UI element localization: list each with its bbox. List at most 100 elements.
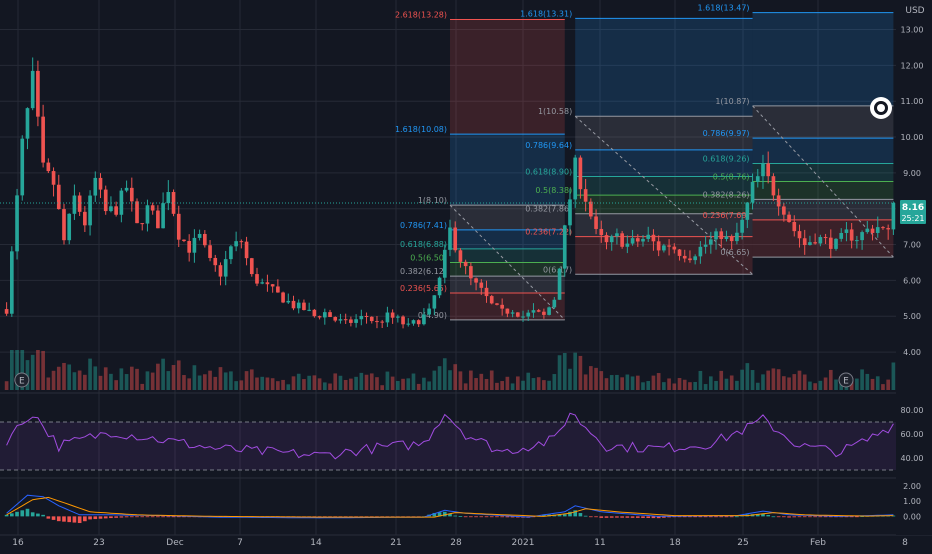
time-axis-label: 2021: [512, 538, 535, 548]
macd-histogram-bar: [469, 516, 473, 518]
volume-bar: [249, 369, 254, 390]
volume-bar: [422, 377, 426, 390]
candle-body: [750, 181, 755, 203]
candle-body: [469, 266, 473, 279]
volume-bar: [56, 366, 61, 390]
price-chart[interactable]: 0(4.90)0.236(5.65)0.382(6.12)0.5(6.50)0.…: [0, 0, 932, 550]
macd-histogram-bar: [641, 516, 645, 518]
macd-histogram-bar: [109, 516, 113, 519]
candle-body: [735, 232, 739, 242]
volume-bar: [740, 369, 744, 390]
volume-bar: [375, 377, 379, 390]
time-axis-label: 11: [594, 538, 605, 548]
candle-body: [505, 308, 510, 314]
volume-bar: [714, 380, 718, 390]
candle-body: [109, 206, 113, 212]
macd-histogram-bar: [62, 516, 66, 522]
volume-bar: [787, 377, 791, 390]
candle-body: [406, 323, 411, 325]
macd-histogram-bar: [20, 510, 25, 517]
time-axis-label: Dec: [166, 538, 183, 548]
candle-body: [208, 245, 212, 258]
volume-bar: [484, 378, 489, 390]
price-axis-label: 13.00: [901, 26, 924, 35]
candle-body: [688, 258, 692, 261]
fib-level-label: 0.382(6.12): [400, 267, 447, 276]
macd-histogram-bar: [823, 516, 828, 518]
candle-body: [286, 300, 291, 303]
candle-body: [67, 213, 72, 241]
volume-bar: [635, 375, 640, 390]
candle-body: [641, 238, 645, 242]
macd-axis-label: 0.00: [903, 512, 921, 521]
chart-container[interactable]: 0(4.90) 0.236(5.65) 0.382(6.12) 0.5(6.50) 0.…: [0, 0, 932, 550]
candle-body: [156, 210, 160, 229]
candle-body: [797, 231, 802, 239]
volume-bar: [688, 382, 692, 390]
time-axis-label: 14: [310, 538, 322, 548]
volume-bar: [4, 381, 9, 390]
volume-bar: [338, 375, 343, 390]
volume-bar: [745, 363, 750, 390]
candle-body: [124, 187, 129, 191]
candle-body: [234, 241, 238, 247]
candle-body: [860, 232, 864, 241]
volume-bar: [463, 383, 468, 390]
candle-body: [218, 265, 223, 277]
volume-bar: [119, 368, 124, 390]
candle-body: [677, 249, 682, 256]
fib-zone: [450, 19, 565, 135]
candle-body: [396, 316, 400, 318]
target-icon[interactable]: [870, 97, 892, 119]
fib-level-label: 1(10.58): [538, 107, 572, 116]
volume-bar: [239, 380, 244, 390]
candle-body: [25, 108, 30, 139]
macd-histogram-bar: [150, 516, 155, 518]
fib-level-label: 0.382(7.86): [525, 205, 572, 214]
macd-histogram-bar: [51, 516, 56, 520]
time-axis-label: 28: [450, 538, 462, 548]
volume-bar: [542, 380, 546, 390]
macd-histogram-bar: [72, 516, 77, 523]
candle-body: [620, 233, 624, 247]
macd-histogram-bar: [625, 516, 630, 518]
candle-body: [740, 219, 744, 233]
macd-histogram-bar: [792, 516, 797, 518]
time-axis-label: 25: [737, 538, 748, 548]
volume-bar: [401, 378, 405, 390]
candle-body: [239, 241, 244, 243]
candle-body: [281, 292, 285, 303]
volume-bar: [656, 373, 661, 390]
price-axis-label: 12.00: [901, 61, 924, 70]
volume-bar: [333, 373, 338, 390]
fib-level-label: 1.618(13.47): [698, 4, 750, 13]
macd-histogram-bar: [9, 513, 14, 517]
candle-body: [625, 243, 630, 247]
candle-body: [714, 231, 718, 240]
volume-bar: [870, 378, 875, 390]
time-axis-label: 8: [902, 538, 908, 548]
volume-bar: [390, 376, 395, 390]
candle-body: [484, 287, 489, 297]
volume-bar: [145, 371, 150, 390]
volume-bar: [578, 355, 583, 390]
volume-bar: [213, 376, 218, 390]
macd-histogram-bar: [145, 516, 150, 518]
fib-level-label: 1.618(13.31): [520, 9, 572, 18]
volume-bar: [557, 355, 562, 390]
candle-body: [771, 176, 776, 196]
volume-bar: [453, 364, 458, 390]
candle-body: [849, 229, 854, 241]
volume-bar: [124, 374, 129, 390]
candle-body: [662, 245, 666, 251]
macd-histogram-bar: [4, 514, 9, 517]
candle-body: [422, 314, 426, 325]
candle-body: [583, 189, 588, 202]
candle-body: [589, 201, 593, 217]
volume-bar: [437, 366, 442, 390]
candle-body: [390, 312, 395, 318]
macd-histogram-bar: [630, 516, 635, 518]
candle-body: [651, 234, 656, 242]
candle-body: [197, 233, 202, 238]
volume-bar: [755, 382, 760, 390]
